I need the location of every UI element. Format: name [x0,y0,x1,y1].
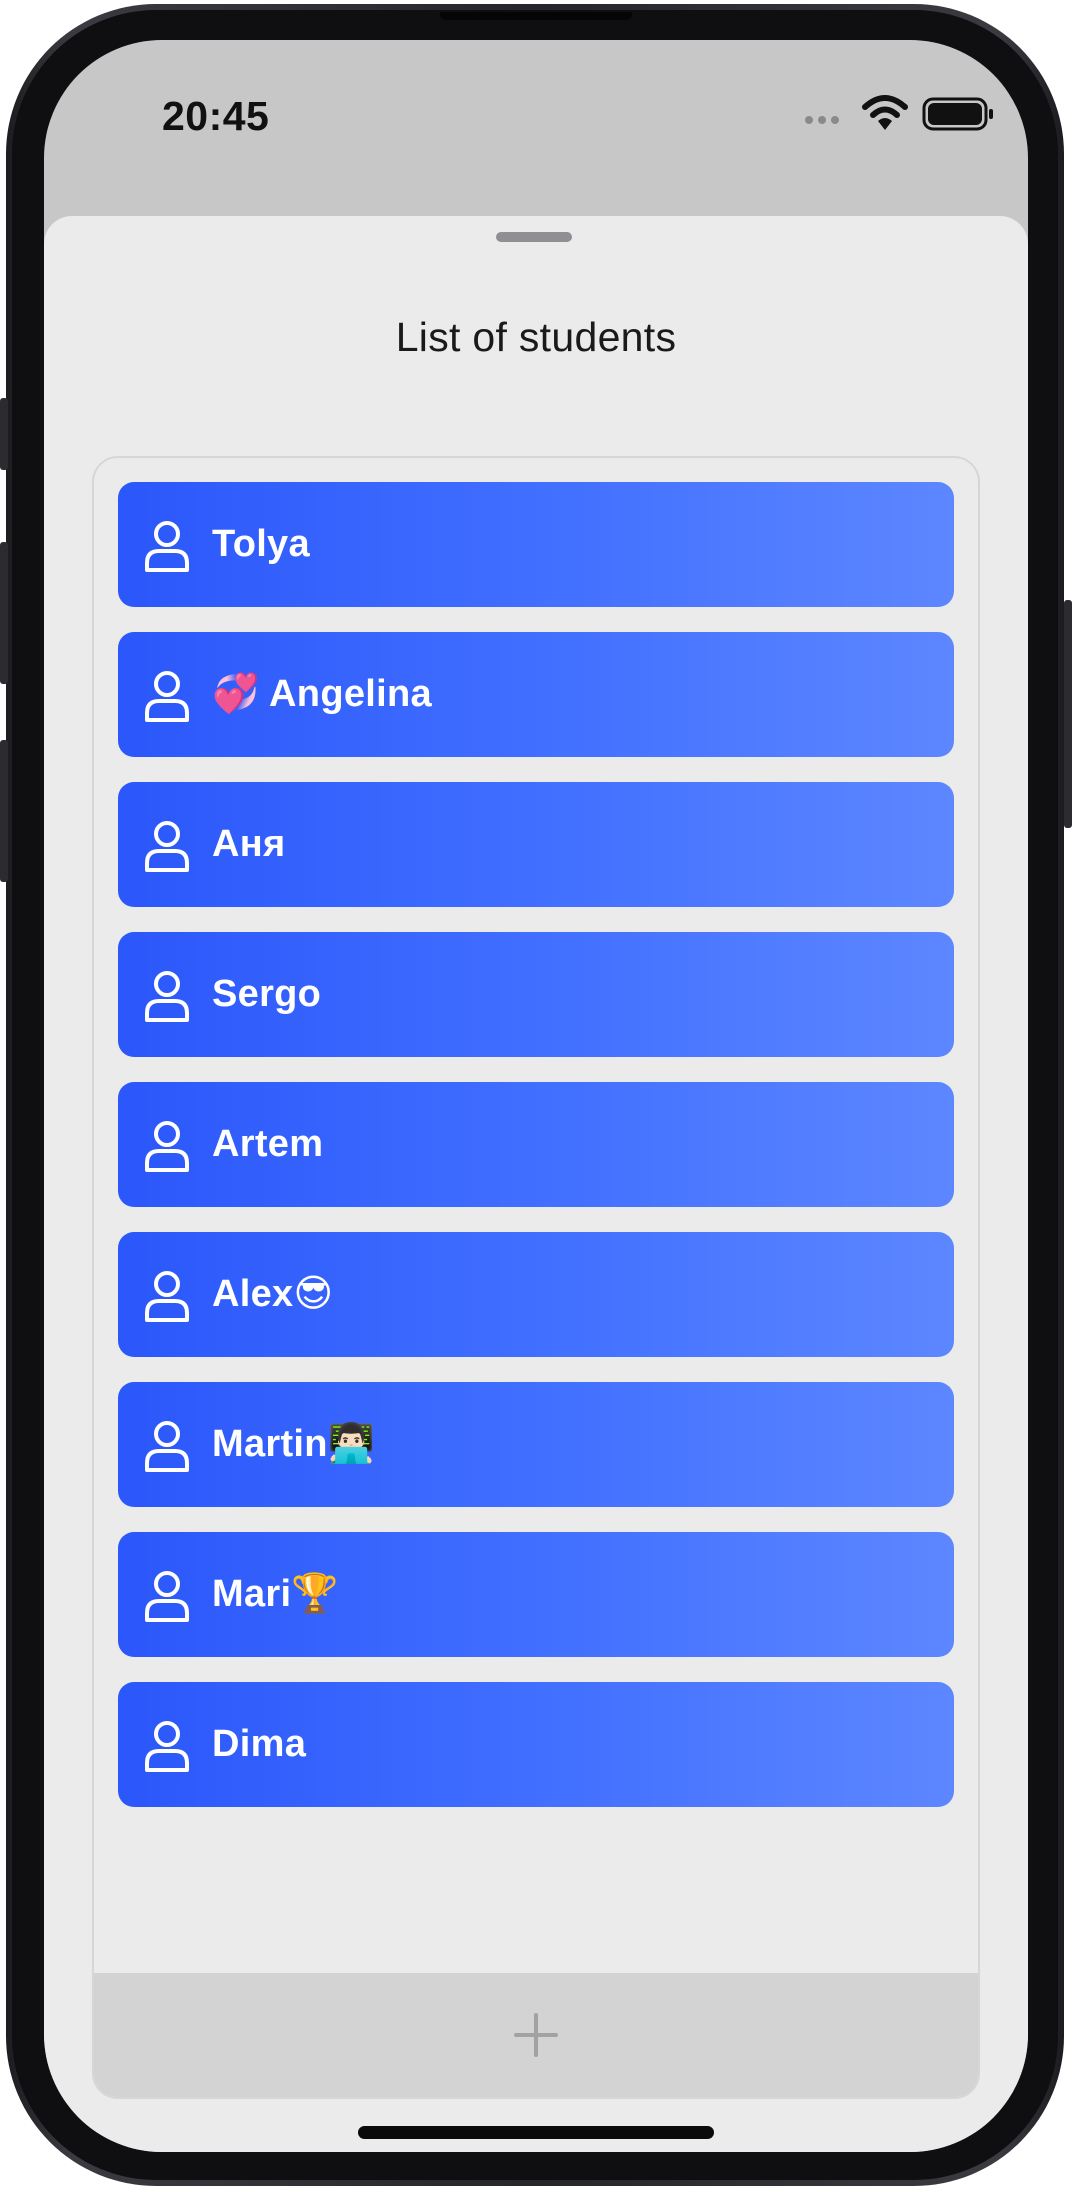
person-icon [145,1271,189,1322]
student-name: Tolya [212,523,310,565]
student-name: Martin👨🏻‍💻 [212,1423,376,1465]
student-name: Mari🏆 [212,1573,339,1615]
silent-switch [0,398,8,470]
person-icon [145,971,189,1022]
student-name: Sergo [212,973,322,1015]
person-icon [145,821,189,872]
student-card[interactable]: Alex😎 [118,1232,954,1357]
signal-dots-icon [805,116,839,124]
add-student-button[interactable] [94,1973,978,2097]
screen: 20:45 List of students Tolya 💞 Angelina … [44,40,1028,2152]
student-name: Dima [212,1723,307,1765]
volume-up-button [0,542,8,684]
bottom-sheet: List of students Tolya 💞 Angelina Аня Se… [44,216,1028,2152]
student-card[interactable]: Аня [118,782,954,907]
student-card[interactable]: Tolya [118,482,954,607]
plus-icon [514,2013,558,2057]
person-icon [145,521,189,572]
person-icon [145,671,189,722]
status-time: 20:45 [162,93,270,139]
student-card[interactable]: Mari🏆 [118,1532,954,1657]
person-icon [145,1571,189,1622]
student-name: Аня [212,823,286,865]
students-list-container: Tolya 💞 Angelina Аня Sergo Artem Alex😎 M… [92,456,980,2099]
battery-icon [922,97,993,131]
person-icon [145,1721,189,1772]
student-card[interactable]: Artem [118,1082,954,1207]
student-card[interactable]: Martin👨🏻‍💻 [118,1382,954,1507]
home-indicator [358,2126,714,2139]
power-button [1064,600,1072,828]
student-card[interactable]: 💞 Angelina [118,632,954,757]
student-card[interactable]: Dima [118,1682,954,1807]
student-name: Artem [212,1123,324,1165]
person-icon [145,1121,189,1172]
student-name: Alex😎 [212,1273,334,1315]
volume-down-button [0,740,8,882]
student-name: 💞 Angelina [212,673,432,715]
wifi-icon [862,95,908,130]
speaker-slot [440,12,632,20]
student-card[interactable]: Sergo [118,932,954,1057]
page-title: List of students [395,314,677,360]
person-icon [145,1421,189,1472]
student-list: Tolya 💞 Angelina Аня Sergo Artem Alex😎 M… [118,482,954,1832]
sheet-grabber[interactable] [496,232,572,242]
